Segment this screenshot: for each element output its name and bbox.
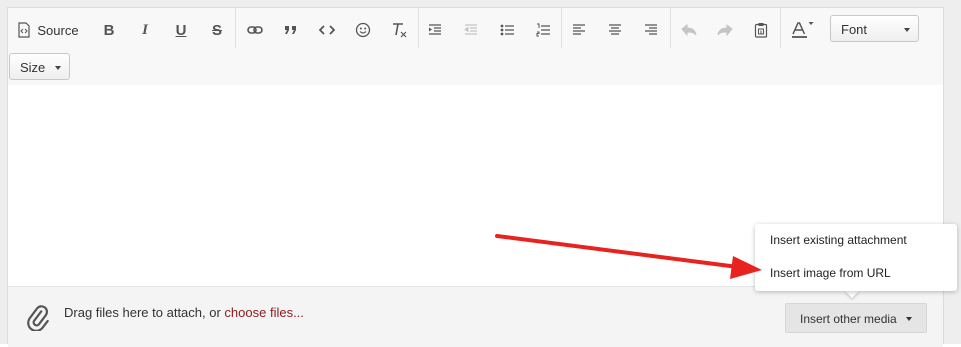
redo-button[interactable] — [714, 14, 736, 46]
align-center-button[interactable] — [604, 14, 626, 46]
italic-icon: I — [142, 21, 148, 38]
toolbar-divider — [418, 8, 419, 48]
attach-text: Drag files here to attach, or — [64, 305, 225, 320]
insert-other-media-button[interactable]: Insert other media — [785, 303, 927, 333]
attach-instructions: Drag files here to attach, or choose fil… — [64, 305, 304, 320]
bold-icon: B — [103, 21, 115, 39]
paste-icon — [754, 22, 768, 38]
source-button[interactable]: Source — [13, 14, 83, 46]
link-icon — [247, 25, 263, 35]
toolbar-divider — [561, 8, 562, 48]
undo-button[interactable] — [678, 14, 700, 46]
outdent-button[interactable] — [460, 14, 482, 46]
clear-format-icon — [390, 21, 408, 39]
underline-icon: U — [175, 21, 187, 39]
insert-other-media-label: Insert other media — [800, 312, 897, 326]
quote-icon — [283, 25, 299, 35]
link-button[interactable] — [244, 14, 266, 46]
chevron-down-icon — [904, 28, 910, 32]
editor-frame: Source B I U S Font Size Drag files here… — [7, 7, 944, 347]
align-left-button[interactable] — [568, 14, 590, 46]
align-right-button[interactable] — [640, 14, 662, 46]
toolbar-divider — [670, 8, 671, 48]
clear-format-button[interactable] — [388, 14, 410, 46]
toolbar-divider — [780, 8, 781, 48]
indent-icon — [428, 24, 442, 36]
source-icon — [17, 22, 31, 38]
source-label: Source — [37, 22, 79, 38]
text-color-button[interactable] — [788, 14, 816, 46]
font-dropdown[interactable]: Font — [830, 15, 919, 42]
toolbar-divider — [235, 8, 236, 48]
insert-media-menu: Insert existing attachment Insert image … — [755, 224, 957, 291]
outdent-icon — [464, 24, 478, 36]
text-color-icon — [788, 19, 816, 41]
chevron-down-icon — [906, 317, 912, 321]
menu-item-insert-existing-attachment[interactable]: Insert existing attachment — [770, 233, 907, 247]
numbered-list-icon — [536, 23, 550, 37]
code-icon — [319, 25, 335, 35]
attachment-bar: Drag files here to attach, or choose fil… — [8, 286, 943, 347]
bullet-list-button[interactable] — [496, 14, 518, 46]
smiley-icon — [355, 22, 371, 38]
paste-button[interactable] — [750, 14, 772, 46]
align-right-icon — [644, 24, 658, 36]
smiley-button[interactable] — [352, 14, 374, 46]
font-dropdown-label: Font — [841, 22, 868, 37]
code-button[interactable] — [316, 14, 338, 46]
undo-icon — [681, 24, 697, 36]
strikethrough-icon: S — [211, 21, 222, 39]
menu-pointer — [844, 290, 860, 298]
bold-button[interactable]: B — [98, 14, 120, 46]
numbered-list-button[interactable] — [532, 14, 554, 46]
italic-button[interactable]: I — [134, 14, 156, 46]
toolbar: Source B I U S Font Size — [8, 8, 943, 86]
underline-button[interactable]: U — [170, 14, 192, 46]
menu-item-insert-image-from-url[interactable]: Insert image from URL — [770, 266, 891, 280]
align-center-icon — [608, 24, 622, 36]
size-dropdown-label: Size — [20, 60, 46, 75]
editor: Source B I U S Font Size Drag files here… — [0, 0, 961, 347]
indent-button[interactable] — [424, 14, 446, 46]
paperclip-icon — [24, 303, 50, 336]
quote-button[interactable] — [280, 14, 302, 46]
choose-files-link[interactable]: choose files... — [224, 305, 304, 320]
strikethrough-button[interactable]: S — [206, 14, 228, 46]
bullet-list-icon — [500, 24, 514, 36]
redo-icon — [717, 24, 733, 36]
size-dropdown[interactable]: Size — [9, 53, 70, 80]
chevron-down-icon — [55, 66, 61, 70]
align-left-icon — [572, 24, 586, 36]
